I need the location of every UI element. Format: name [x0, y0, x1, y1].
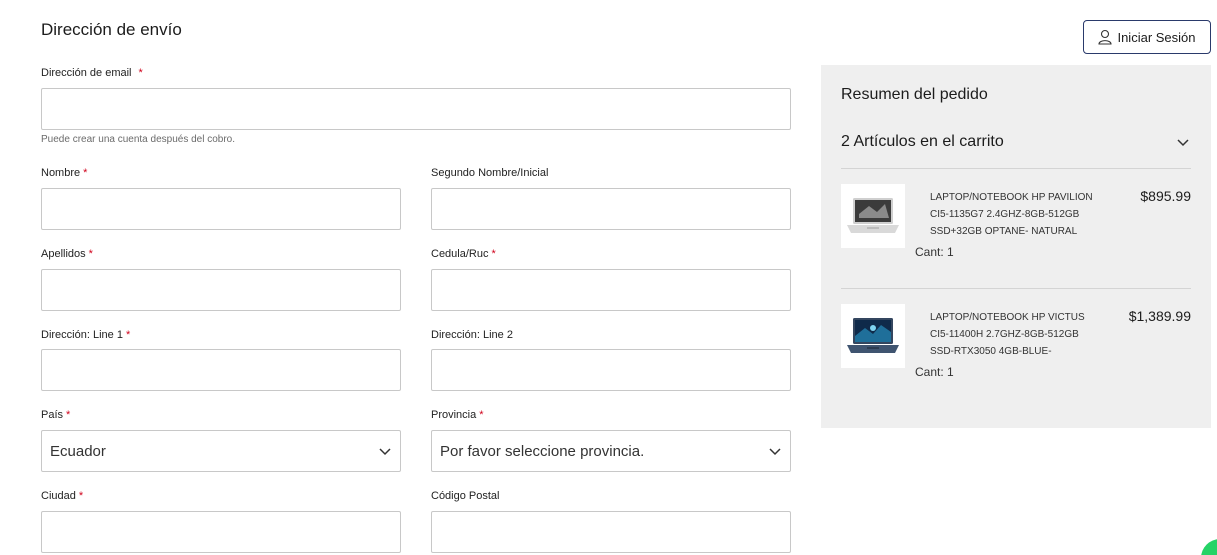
postal-code-input[interactable]	[432, 512, 790, 552]
first-name-field[interactable]	[41, 188, 401, 230]
cart-items-toggle[interactable]: 2 Artículos en el carrito	[841, 133, 1191, 151]
country-label: País *	[41, 409, 70, 421]
address2-input[interactable]	[432, 350, 790, 390]
last-name-label-text: Apellidos	[41, 248, 86, 260]
cart-item-name: LAPTOP/NOTEBOOK HP PAVILION CI5-1135G7 2…	[930, 189, 1105, 240]
order-summary-panel: Resumen del pedido 2 Artículos en el car…	[821, 65, 1211, 428]
id-label-text: Cedula/Ruc	[431, 248, 489, 260]
first-name-input[interactable]	[42, 189, 400, 229]
cart-item-qty: Cant: 1	[915, 245, 954, 259]
email-label: Dirección de email *	[41, 67, 143, 79]
email-label-text: Dirección de email	[41, 67, 132, 79]
laptop-blue-icon	[841, 304, 905, 368]
city-input[interactable]	[42, 512, 400, 552]
required-mark: *	[66, 409, 71, 421]
required-mark: *	[83, 167, 88, 179]
summary-divider	[841, 168, 1191, 169]
province-label-text: Provincia	[431, 409, 477, 421]
city-label-text: Ciudad	[41, 490, 76, 502]
chevron-down-icon	[379, 448, 391, 456]
address1-label-text: Dirección: Line 1	[41, 329, 123, 341]
last-name-label: Apellidos *	[41, 248, 93, 260]
city-label: Ciudad *	[41, 490, 83, 502]
province-label: Provincia *	[431, 409, 484, 421]
cart-item-divider	[841, 288, 1191, 289]
required-mark: *	[491, 248, 496, 260]
address2-field[interactable]	[431, 349, 791, 391]
last-name-input[interactable]	[42, 270, 400, 310]
chat-button[interactable]	[1201, 539, 1217, 555]
cart-item-name-line: CI5-11400H 2.7GHZ-8GB-512GB	[930, 329, 1079, 340]
address1-field[interactable]	[41, 349, 401, 391]
cart-item: LAPTOP/NOTEBOOK HP PAVILION CI5-1135G7 2…	[841, 184, 1191, 284]
country-select-value: Ecuador	[50, 442, 106, 460]
postal-code-field[interactable]	[431, 511, 791, 553]
login-button[interactable]: Iniciar Sesión	[1083, 20, 1211, 54]
user-icon	[1098, 29, 1113, 45]
middle-name-input[interactable]	[432, 189, 790, 229]
required-mark: *	[138, 67, 143, 79]
city-field[interactable]	[41, 511, 401, 553]
required-mark: *	[88, 248, 93, 260]
required-mark: *	[78, 490, 84, 502]
postal-code-label: Código Postal	[431, 490, 500, 502]
chevron-down-icon	[769, 448, 781, 456]
cart-item-name-line: SSD-RTX3050 4GB-BLUE-	[930, 346, 1052, 357]
required-mark: *	[479, 409, 484, 421]
middle-name-label: Segundo Nombre/Inicial	[431, 167, 549, 179]
address1-label: Dirección: Line 1 *	[41, 329, 130, 341]
cart-item-name-line: SSD+32GB OPTANE- NATURAL	[930, 226, 1078, 237]
address1-input[interactable]	[42, 350, 400, 390]
id-input[interactable]	[432, 270, 790, 310]
email-hint: Puede crear una cuenta después del cobro…	[41, 134, 236, 145]
cart-item: LAPTOP/NOTEBOOK HP VICTUS CI5-11400H 2.7…	[841, 304, 1191, 404]
country-select[interactable]: Ecuador	[41, 430, 401, 472]
cart-item-qty: Cant: 1	[915, 365, 954, 379]
cart-item-name-line: LAPTOP/NOTEBOOK HP PAVILION	[930, 192, 1093, 203]
cart-count-label: 2 Artículos en el carrito	[841, 133, 1004, 150]
cart-item-name-line: CI5-1135G7 2.4GHZ-8GB-512GB	[930, 209, 1080, 220]
id-label: Cedula/Ruc *	[431, 248, 496, 260]
shipping-section-title: Dirección de envío	[41, 20, 182, 39]
province-select[interactable]: Por favor seleccione provincia.	[431, 430, 791, 472]
cart-item-price: $1,389.99	[1128, 308, 1191, 324]
address2-label: Dirección: Line 2	[431, 329, 513, 341]
order-summary-title: Resumen del pedido	[841, 86, 988, 103]
cart-item-price: $895.99	[1140, 188, 1191, 204]
required-mark: *	[125, 329, 131, 341]
login-button-label: Iniciar Sesión	[1117, 29, 1196, 45]
id-field[interactable]	[431, 269, 791, 311]
first-name-label: Nombre *	[41, 167, 87, 179]
email-input[interactable]	[42, 89, 790, 129]
last-name-field[interactable]	[41, 269, 401, 311]
laptop-silver-icon	[841, 184, 905, 248]
email-field[interactable]	[41, 88, 791, 130]
chevron-down-icon[interactable]	[1175, 134, 1191, 150]
first-name-label-text: Nombre	[41, 167, 81, 179]
middle-name-field[interactable]	[431, 188, 791, 230]
cart-item-name-line: LAPTOP/NOTEBOOK HP VICTUS	[930, 312, 1085, 323]
country-label-text: País	[41, 409, 64, 421]
cart-item-name: LAPTOP/NOTEBOOK HP VICTUS CI5-11400H 2.7…	[930, 309, 1105, 360]
province-select-value: Por favor seleccione provincia.	[440, 442, 645, 460]
